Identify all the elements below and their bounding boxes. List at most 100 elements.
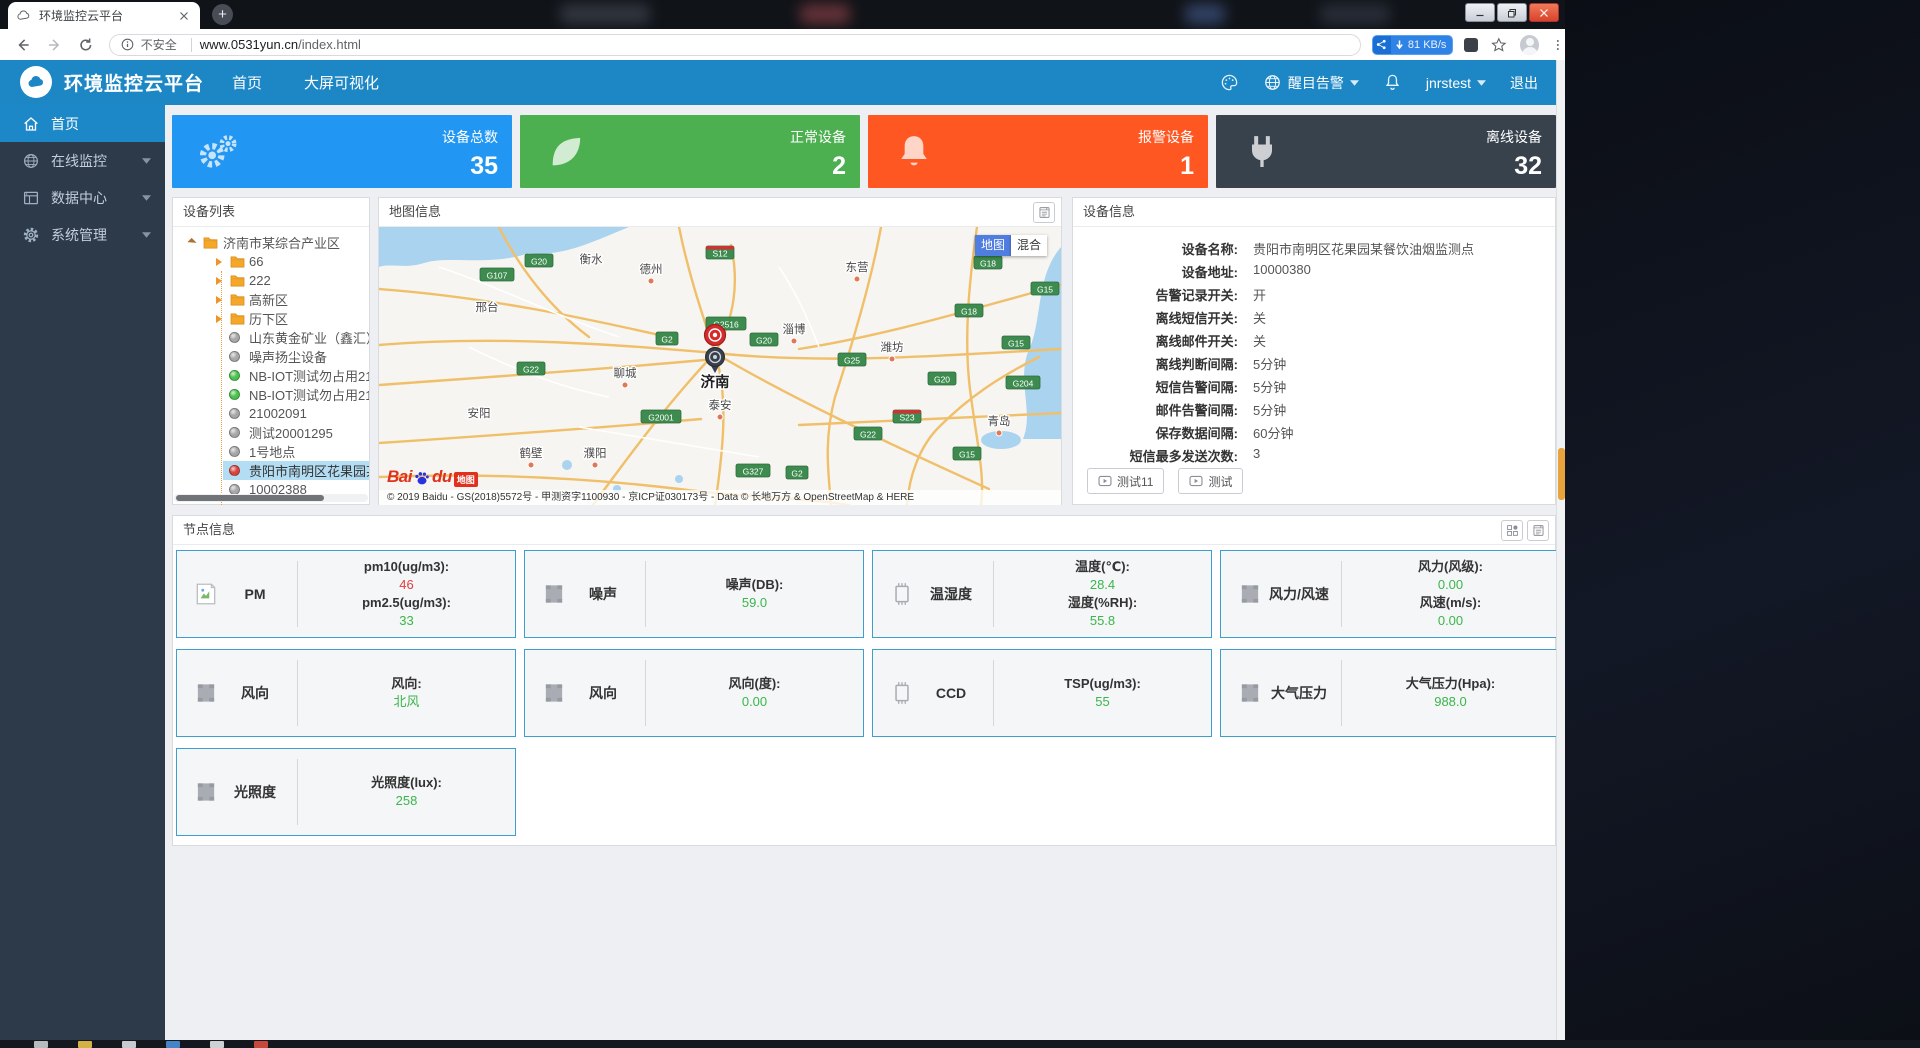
metric-value: 59.0 xyxy=(742,594,767,612)
notification-bell-icon[interactable] xyxy=(1383,73,1402,92)
sidebar-item-1[interactable]: 在线监控 xyxy=(0,142,165,179)
device-status-dot-offline xyxy=(229,446,240,457)
browser-tab[interactable]: 环境监控云平台 xyxy=(8,2,200,29)
taskbar[interactable] xyxy=(0,1040,1920,1048)
tree-expander-icon[interactable] xyxy=(187,238,196,247)
map-attribution: © 2019 Baidu - GS(2018)5572号 - 甲测资字11009… xyxy=(379,490,1061,505)
sidebar-item-3[interactable]: 系统管理 xyxy=(0,216,165,253)
metric-label: pm10(ug/m3): xyxy=(364,558,449,576)
forward-icon[interactable] xyxy=(46,36,64,54)
road-shield: G2001 xyxy=(641,410,681,423)
back-icon[interactable] xyxy=(14,36,32,54)
tree-expander-icon[interactable] xyxy=(216,258,222,266)
nodes-grid-view-button[interactable] xyxy=(1501,520,1523,541)
extension-icon[interactable] xyxy=(1464,38,1478,52)
tree-item-0[interactable]: 济南市某综合产业区 xyxy=(173,233,369,252)
tree-item-1[interactable]: 66 xyxy=(173,252,369,271)
map-canvas[interactable]: G20G107S12G18G15G18G2516G2G20G15G25G22G2… xyxy=(379,227,1061,505)
tree-horizontal-scrollbar[interactable] xyxy=(174,494,368,502)
device-info-value: 贵阳市南明区花果园某餐饮油烟监测点 xyxy=(1253,239,1474,258)
svg-text:鹤壁: 鹤壁 xyxy=(520,446,543,460)
tree-item-12[interactable]: 贵阳市南明区花果园某 xyxy=(173,461,369,480)
tab-close-icon[interactable] xyxy=(176,8,192,24)
alert-mode-dropdown[interactable]: 醒目告警 xyxy=(1263,73,1359,93)
window-minimize-button[interactable] xyxy=(1465,3,1495,22)
stat-value: 35 xyxy=(470,152,498,181)
tree-expander-icon[interactable] xyxy=(216,315,222,323)
map-marker-alarm-icon[interactable] xyxy=(705,325,726,346)
header-nav-home[interactable]: 首页 xyxy=(232,72,262,93)
sidebar-item-2[interactable]: 数据中心 xyxy=(0,179,165,216)
alert-mode-label: 醒目告警 xyxy=(1288,73,1344,93)
chevron-down-icon xyxy=(142,232,151,238)
bookmark-star-icon[interactable] xyxy=(1490,36,1508,54)
theme-palette-icon[interactable] xyxy=(1220,73,1239,92)
svg-text:G107: G107 xyxy=(487,271,508,281)
tree-item-6[interactable]: 噪声扬尘设备 xyxy=(173,347,369,366)
map-mode-map-button[interactable]: 地图 xyxy=(975,235,1011,256)
svg-text:G22: G22 xyxy=(523,365,539,375)
node-info-panel: 节点信息 PMpm10(ug/m3):46pm2.5(ug/m3):33噪声噪声… xyxy=(172,515,1556,846)
device-info-value: 开 xyxy=(1253,285,1266,304)
map-mode-hybrid-button[interactable]: 混合 xyxy=(1011,235,1047,256)
device-info-label: 离线判断间隔: xyxy=(1083,354,1238,373)
tree-item-10[interactable]: 测试20001295 xyxy=(173,423,369,442)
user-menu-dropdown[interactable]: jnrstest xyxy=(1426,75,1486,91)
tree-scrollbar-thumb[interactable] xyxy=(176,495,324,501)
reload-icon[interactable] xyxy=(77,36,95,54)
map-city-label: 聊城 xyxy=(614,366,637,388)
page-scrollbar[interactable] xyxy=(1556,60,1565,1040)
browser-profile-avatar[interactable] xyxy=(1520,35,1540,55)
tree-item-label: 高新区 xyxy=(249,290,288,309)
download-speed-badge[interactable]: 81 KB/s xyxy=(1373,36,1453,54)
page-scrollbar-thumb[interactable] xyxy=(1558,448,1565,500)
device-info-row: 短信最多发送次数:3 xyxy=(1083,446,1543,469)
map-report-button[interactable] xyxy=(1033,202,1055,223)
tree-item-9[interactable]: 21002091 xyxy=(173,404,369,423)
device-status-dot-alarm xyxy=(229,465,240,476)
nodes-report-button[interactable] xyxy=(1527,520,1549,541)
info-icon[interactable] xyxy=(120,37,135,52)
metric-label: 大气压力(Hpa): xyxy=(1406,675,1496,693)
road-shield: G15 xyxy=(1031,282,1059,295)
tree-item-7[interactable]: NB-IOT测试勿占用210 xyxy=(173,366,369,385)
tree-item-label: 历下区 xyxy=(249,309,288,328)
tree-item-11[interactable]: 1号地点 xyxy=(173,442,369,461)
browser-menu-dots-icon[interactable] xyxy=(1551,36,1565,54)
tree-item-4[interactable]: 历下区 xyxy=(173,309,369,328)
tree-item-2[interactable]: 222 xyxy=(173,271,369,290)
chip-icon xyxy=(889,581,915,607)
sidebar: 首页在线监控数据中心系统管理 xyxy=(0,105,165,1040)
device-info-label: 邮件告警间隔: xyxy=(1083,400,1238,419)
tree-expander-icon[interactable] xyxy=(216,296,222,304)
road-shield: G20 xyxy=(928,372,956,385)
window-restore-button[interactable] xyxy=(1497,3,1527,22)
sidebar-item-label: 系统管理 xyxy=(51,225,107,245)
test-button-label: 测试11 xyxy=(1117,473,1153,490)
map-marker-device-pin-icon[interactable] xyxy=(706,348,725,374)
tree-item-3[interactable]: 高新区 xyxy=(173,290,369,309)
svg-text:G20: G20 xyxy=(934,375,950,385)
svg-text:G20: G20 xyxy=(756,336,772,346)
logout-button[interactable]: 退出 xyxy=(1510,73,1538,93)
bell-icon xyxy=(894,132,934,172)
address-bar[interactable]: 不安全 www.0531yun.cn /index.html xyxy=(109,34,1361,56)
stat-card-0: 设备总数35 xyxy=(172,115,512,188)
header-nav-bigscreen[interactable]: 大屏可视化 xyxy=(304,72,379,93)
device-info-label: 短信告警间隔: xyxy=(1083,377,1238,396)
test-button-1[interactable]: 测试 xyxy=(1178,468,1243,494)
network-icon xyxy=(1373,36,1391,54)
svg-text:聊城: 聊城 xyxy=(614,366,637,380)
sidebar-item-0[interactable]: 首页 xyxy=(0,105,165,142)
tree-item-8[interactable]: NB-IOT测试勿占用210 xyxy=(173,385,369,404)
tree-expander-icon[interactable] xyxy=(216,277,222,285)
node-card-4: 风向风向:北风 xyxy=(176,649,516,737)
new-tab-button[interactable]: + xyxy=(212,4,233,25)
baidu-logo-text2: du xyxy=(432,467,452,487)
test-button-0[interactable]: 测试11 xyxy=(1087,468,1164,494)
plug-icon xyxy=(1242,132,1282,172)
window-close-button[interactable] xyxy=(1529,3,1559,22)
tree-item-5[interactable]: 山东黄金矿业（鑫汇） xyxy=(173,328,369,347)
metric-label: TSP(ug/m3): xyxy=(1064,675,1141,693)
device-status-dot-offline xyxy=(229,332,240,343)
